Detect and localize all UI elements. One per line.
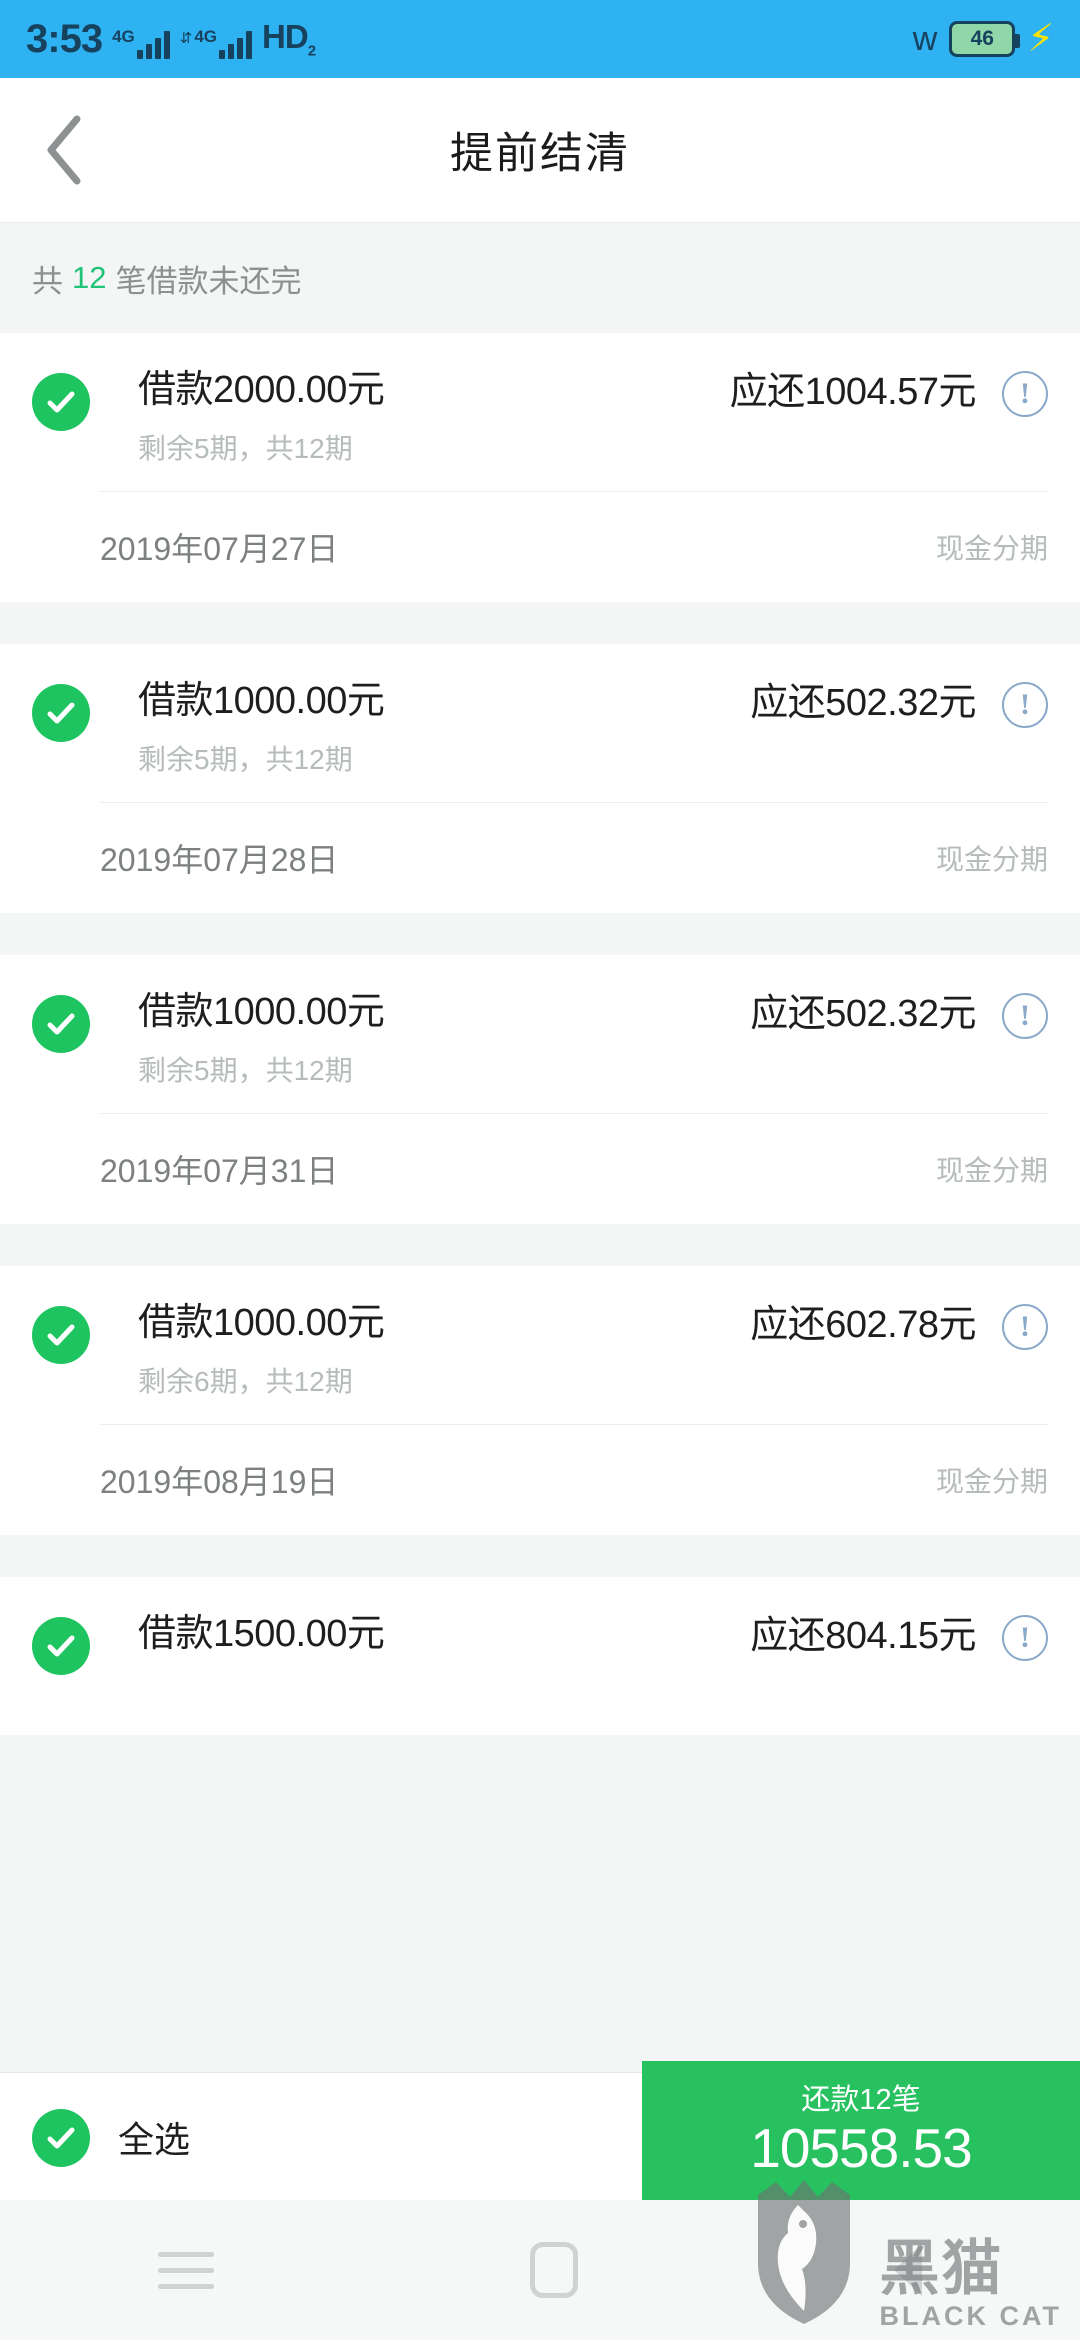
select-all-label: 全选 [118, 2118, 191, 2160]
volte-label: HD [262, 18, 309, 56]
loan-right-column: 应还804.15元! [750, 1615, 1048, 1661]
status-time: 3:53 [26, 17, 103, 61]
select-all-checkbox[interactable] [32, 2108, 90, 2167]
signal-indicator-2: ⇵ 4G [179, 27, 253, 59]
page-title: 提前结清 [450, 130, 630, 178]
loan-principal: 借款2000.00元 [138, 369, 385, 411]
loan-terms: 剩余5期，共12期 [138, 743, 353, 775]
loan-card[interactable]: 借款1500.00元 应还804.15元! [0, 1577, 1080, 1735]
loan-card[interactable]: 借款1000.00元 剩余6期，共12期 应还602.78元! 2019年08月19日… [0, 1266, 1080, 1535]
select-all-control[interactable]: 全选 [0, 2107, 190, 2167]
loan-date-row: 2019年07月31日 现金分期 [0, 1114, 1080, 1224]
loan-left-column: 借款1000.00元剩余5期，共12期 [138, 991, 750, 1089]
loan-left-column: 借款2000.00元剩余5期，共12期 [138, 369, 730, 467]
repay-amount: 10558.53 [750, 2117, 972, 2179]
volte-sim-index: 2 [307, 43, 316, 60]
loan-main-row: 借款2000.00元 剩余5期，共12期 应还1004.57元! [0, 333, 1080, 491]
info-exclamation-icon[interactable]: ! [1002, 1304, 1048, 1350]
info-exclamation-icon[interactable]: ! [1002, 371, 1048, 417]
lightning-bolt-icon: ⚡ [1027, 18, 1054, 60]
loan-principal: 借款1500.00元 [138, 1613, 385, 1655]
loan-main-row: 借款1500.00元 应还804.15元! [0, 1577, 1080, 1735]
loan-left-column: 借款1000.00元剩余6期，共12期 [138, 1302, 750, 1400]
loan-terms: 剩余6期，共12期 [138, 1365, 353, 1397]
summary-bar: 共 12 笔借款未还完 [0, 223, 1080, 333]
loan-right-column: 应还602.78元! [750, 1304, 1048, 1350]
loan-date: 2019年07月27日 [100, 531, 339, 567]
summary-prefix: 共 [32, 263, 63, 299]
loan-terms: 剩余5期，共12期 [138, 432, 353, 464]
loan-principal: 借款1000.00元 [138, 991, 385, 1033]
home-square-icon[interactable] [530, 2242, 578, 2298]
summary-suffix: 笔借款未还完 [115, 263, 302, 299]
loan-checkbox[interactable] [32, 684, 90, 742]
loan-left-column: 借款1500.00元 [138, 1613, 750, 1655]
hamburger-menu-icon[interactable] [158, 2241, 214, 2300]
loan-due-amount: 应还602.78元 [750, 1304, 976, 1346]
volte-hd-icon: HD2 [262, 18, 316, 60]
loan-due-amount: 应还502.32元 [750, 682, 976, 724]
network-type-label-1: 4G [112, 27, 135, 46]
network-type-label-2: 4G [194, 27, 218, 46]
info-exclamation-icon[interactable]: ! [1002, 993, 1048, 1039]
loan-date-row: 2019年07月27日 现金分期 [0, 492, 1080, 602]
loan-product-type: 现金分期 [935, 1466, 1048, 1497]
bluetooth-icon: w [912, 20, 938, 58]
repay-count-label: 还款12笔 [801, 2084, 921, 2116]
loan-date: 2019年07月28日 [100, 842, 339, 878]
loan-product-type: 现金分期 [935, 533, 1048, 564]
loan-due-amount: 应还502.32元 [750, 993, 976, 1035]
list-separator [0, 1535, 1080, 1577]
loan-date: 2019年07月31日 [100, 1153, 339, 1189]
loan-checkbox[interactable] [32, 995, 90, 1053]
loan-card[interactable]: 借款1000.00元 剩余5期，共12期 应还502.32元! 2019年07月28日… [0, 644, 1080, 913]
signal-bars-icon-1 [136, 29, 170, 59]
watermark-cn: 黑猫 [879, 2235, 1004, 2302]
status-bar: 3:53 4G ⇵ 4G HD2 w 46 ⚡ [0, 0, 1080, 78]
loan-main-row: 借款1000.00元 剩余5期，共12期 应还502.32元! [0, 955, 1080, 1113]
status-bar-left: 3:53 4G ⇵ 4G HD2 [26, 17, 316, 61]
back-button[interactable] [0, 78, 130, 222]
loan-list: 借款2000.00元 剩余5期，共12期 应还1004.57元! 2019年07月27… [0, 333, 1080, 1735]
info-exclamation-icon[interactable]: ! [1002, 682, 1048, 728]
loan-date-row: 2019年08月19日 现金分期 [0, 1425, 1080, 1535]
loan-product-type: 现金分期 [935, 844, 1048, 875]
loan-due-amount: 应还1004.57元 [729, 371, 977, 413]
list-separator [0, 913, 1080, 955]
loan-right-column: 应还1004.57元! [730, 371, 1048, 417]
loan-principal: 借款1000.00元 [138, 680, 385, 722]
status-bar-right: w 46 ⚡ [913, 20, 1054, 58]
watermark: 黑猫 BLACK CAT [746, 2177, 1062, 2332]
battery-icon: 46 [949, 21, 1021, 57]
loan-checkbox[interactable] [32, 373, 90, 431]
summary-count: 12 [72, 260, 107, 295]
loan-date-row: 2019年07月28日 现金分期 [0, 803, 1080, 913]
loan-due-amount: 应还804.15元 [750, 1615, 976, 1657]
loan-checkbox[interactable] [32, 1617, 90, 1675]
loan-principal: 借款1000.00元 [138, 1302, 385, 1344]
watermark-text: 黑猫 BLACK CAT [879, 2235, 1062, 2332]
signal-bars-icon-2 [219, 29, 253, 59]
chevron-left-icon [43, 113, 87, 187]
list-separator [0, 1224, 1080, 1266]
loan-card[interactable]: 借款2000.00元 剩余5期，共12期 应还1004.57元! 2019年07月27… [0, 333, 1080, 602]
loan-main-row: 借款1000.00元 剩余6期，共12期 应还602.78元! [0, 1266, 1080, 1424]
list-separator [0, 602, 1080, 644]
watermark-en: BLACK CAT [879, 2301, 1062, 2331]
loan-card[interactable]: 借款1000.00元 剩余5期，共12期 应还502.32元! 2019年07月31日… [0, 955, 1080, 1224]
loan-checkbox[interactable] [32, 1306, 90, 1364]
signal-indicator-1: 4G [112, 28, 170, 59]
app-header: 提前结清 [0, 78, 1080, 223]
loan-date: 2019年08月19日 [100, 1464, 339, 1500]
data-transfer-icon: ⇵ [179, 30, 193, 47]
loan-product-type: 现金分期 [935, 1155, 1048, 1186]
loan-left-column: 借款1000.00元剩余5期，共12期 [138, 680, 750, 778]
black-cat-shield-icon [746, 2177, 866, 2332]
loan-right-column: 应还502.32元! [750, 682, 1048, 728]
loan-right-column: 应还502.32元! [750, 993, 1048, 1039]
info-exclamation-icon[interactable]: ! [1002, 1615, 1048, 1661]
loan-main-row: 借款1000.00元 剩余5期，共12期 应还502.32元! [0, 644, 1080, 802]
loan-terms: 剩余5期，共12期 [138, 1054, 353, 1086]
